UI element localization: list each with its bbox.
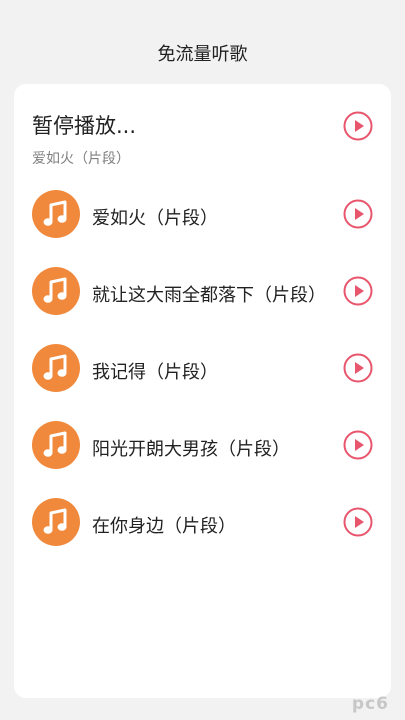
- list-item[interactable]: 我记得（片段）: [14, 340, 391, 417]
- song-title: 我记得（片段）: [92, 362, 218, 383]
- play-circle-icon: [343, 353, 373, 383]
- page-title: 免流量听歌: [157, 44, 248, 65]
- play-circle-icon: [343, 276, 373, 306]
- song-title: 在你身边（片段）: [92, 516, 236, 537]
- list-item[interactable]: 爱如火（片段）: [14, 186, 391, 263]
- list-item[interactable]: 就让这大雨全都落下（片段）: [14, 263, 391, 340]
- music-note-icon: [32, 190, 80, 238]
- play-circle-icon: [343, 199, 373, 229]
- play-circle-icon: [343, 111, 373, 141]
- song-list: 爱如火（片段） 就让这大雨全都落下（片段） 我记得（片段） 阳光开朗大男孩（片段…: [14, 186, 391, 571]
- music-note-icon: [32, 498, 80, 546]
- song-play-button[interactable]: [343, 430, 373, 460]
- list-item[interactable]: 在你身边（片段）: [14, 494, 391, 571]
- music-note-icon: [32, 267, 80, 315]
- now-playing-status: 暂停播放...: [32, 114, 137, 138]
- now-playing-song: 爱如火（片段）: [32, 151, 130, 167]
- song-title: 就让这大雨全都落下（片段）: [92, 285, 326, 306]
- song-title: 阳光开朗大男孩（片段）: [92, 439, 290, 460]
- song-title: 爱如火（片段）: [92, 208, 218, 229]
- list-item[interactable]: 阳光开朗大男孩（片段）: [14, 417, 391, 494]
- play-circle-icon: [343, 507, 373, 537]
- watermark-logo: pc6: [351, 694, 389, 714]
- song-play-button[interactable]: [343, 199, 373, 229]
- song-play-button[interactable]: [343, 276, 373, 306]
- music-note-icon: [32, 421, 80, 469]
- song-play-button[interactable]: [343, 507, 373, 537]
- now-playing-panel: 暂停播放... 爱如火（片段）: [14, 84, 391, 182]
- song-card: 暂停播放... 爱如火（片段） 爱如火（片段） 就让这大雨全都落下（片段） 我记…: [14, 84, 391, 698]
- music-note-icon: [32, 344, 80, 392]
- song-play-button[interactable]: [343, 353, 373, 383]
- now-playing-play-button[interactable]: [343, 111, 373, 141]
- play-circle-icon: [343, 430, 373, 460]
